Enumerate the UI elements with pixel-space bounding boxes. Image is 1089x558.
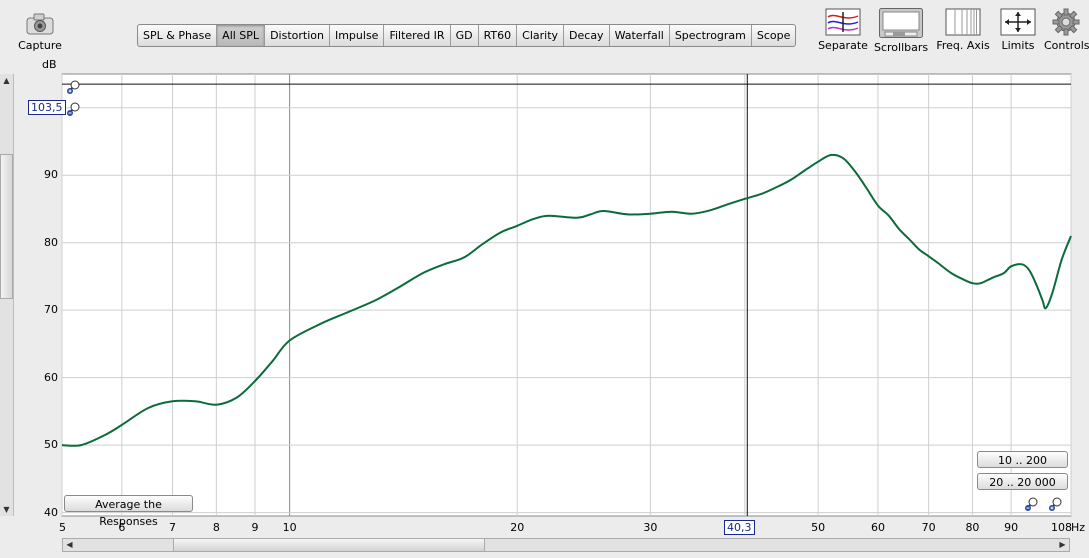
x-tick-label: 8	[212, 521, 220, 534]
zoom-out-y-icon[interactable]	[66, 101, 82, 117]
y-tick-label: 80	[44, 235, 58, 249]
range-10-200-button[interactable]: 10 .. 200	[977, 451, 1068, 468]
x-tick-label: 10	[282, 521, 297, 534]
y-tick-label: 60	[44, 370, 58, 384]
y-tick-label: 70	[44, 303, 58, 317]
scroll-right-icon[interactable]: ▶	[1056, 539, 1069, 551]
spl-chart[interactable]	[0, 0, 1089, 558]
x-tick-label: 80	[965, 521, 980, 534]
x-tick-label: 20	[510, 521, 525, 534]
x-tick-label: 90	[1004, 521, 1019, 534]
horizontal-scroll-thumb[interactable]	[173, 539, 485, 551]
x-tick-label: 30	[643, 521, 658, 534]
x-axis-unit: Hz	[1071, 521, 1086, 534]
average-responses-button[interactable]: Average the Responses	[64, 495, 193, 528]
y-tick-label: 90	[44, 168, 58, 182]
y-tick-label: 40	[44, 505, 58, 519]
cursor-x-readout[interactable]: 40,3	[724, 520, 755, 535]
zoom-in-y-icon[interactable]	[66, 79, 82, 95]
range-20-20000-button[interactable]: 20 .. 20 000	[977, 473, 1068, 490]
x-tick-label: 5	[59, 521, 66, 534]
cursor-y-readout[interactable]: 103,5	[28, 100, 66, 115]
zoom-in-x-icon[interactable]	[1048, 496, 1064, 512]
x-tick-label: 60	[870, 521, 885, 534]
x-tick-label: 50	[811, 521, 826, 534]
x-tick-label: 70	[921, 521, 936, 534]
zoom-out-x-icon[interactable]	[1024, 496, 1040, 512]
scroll-left-icon[interactable]: ◀	[63, 539, 76, 551]
horizontal-scrollbar[interactable]: ◀ ▶	[62, 538, 1070, 552]
x-tick-label: 9	[251, 521, 259, 534]
y-tick-label: 50	[44, 438, 58, 452]
plot-area	[61, 73, 1072, 517]
x-tick-label: 7	[168, 521, 176, 534]
x-tick-label: 108	[1051, 521, 1072, 534]
